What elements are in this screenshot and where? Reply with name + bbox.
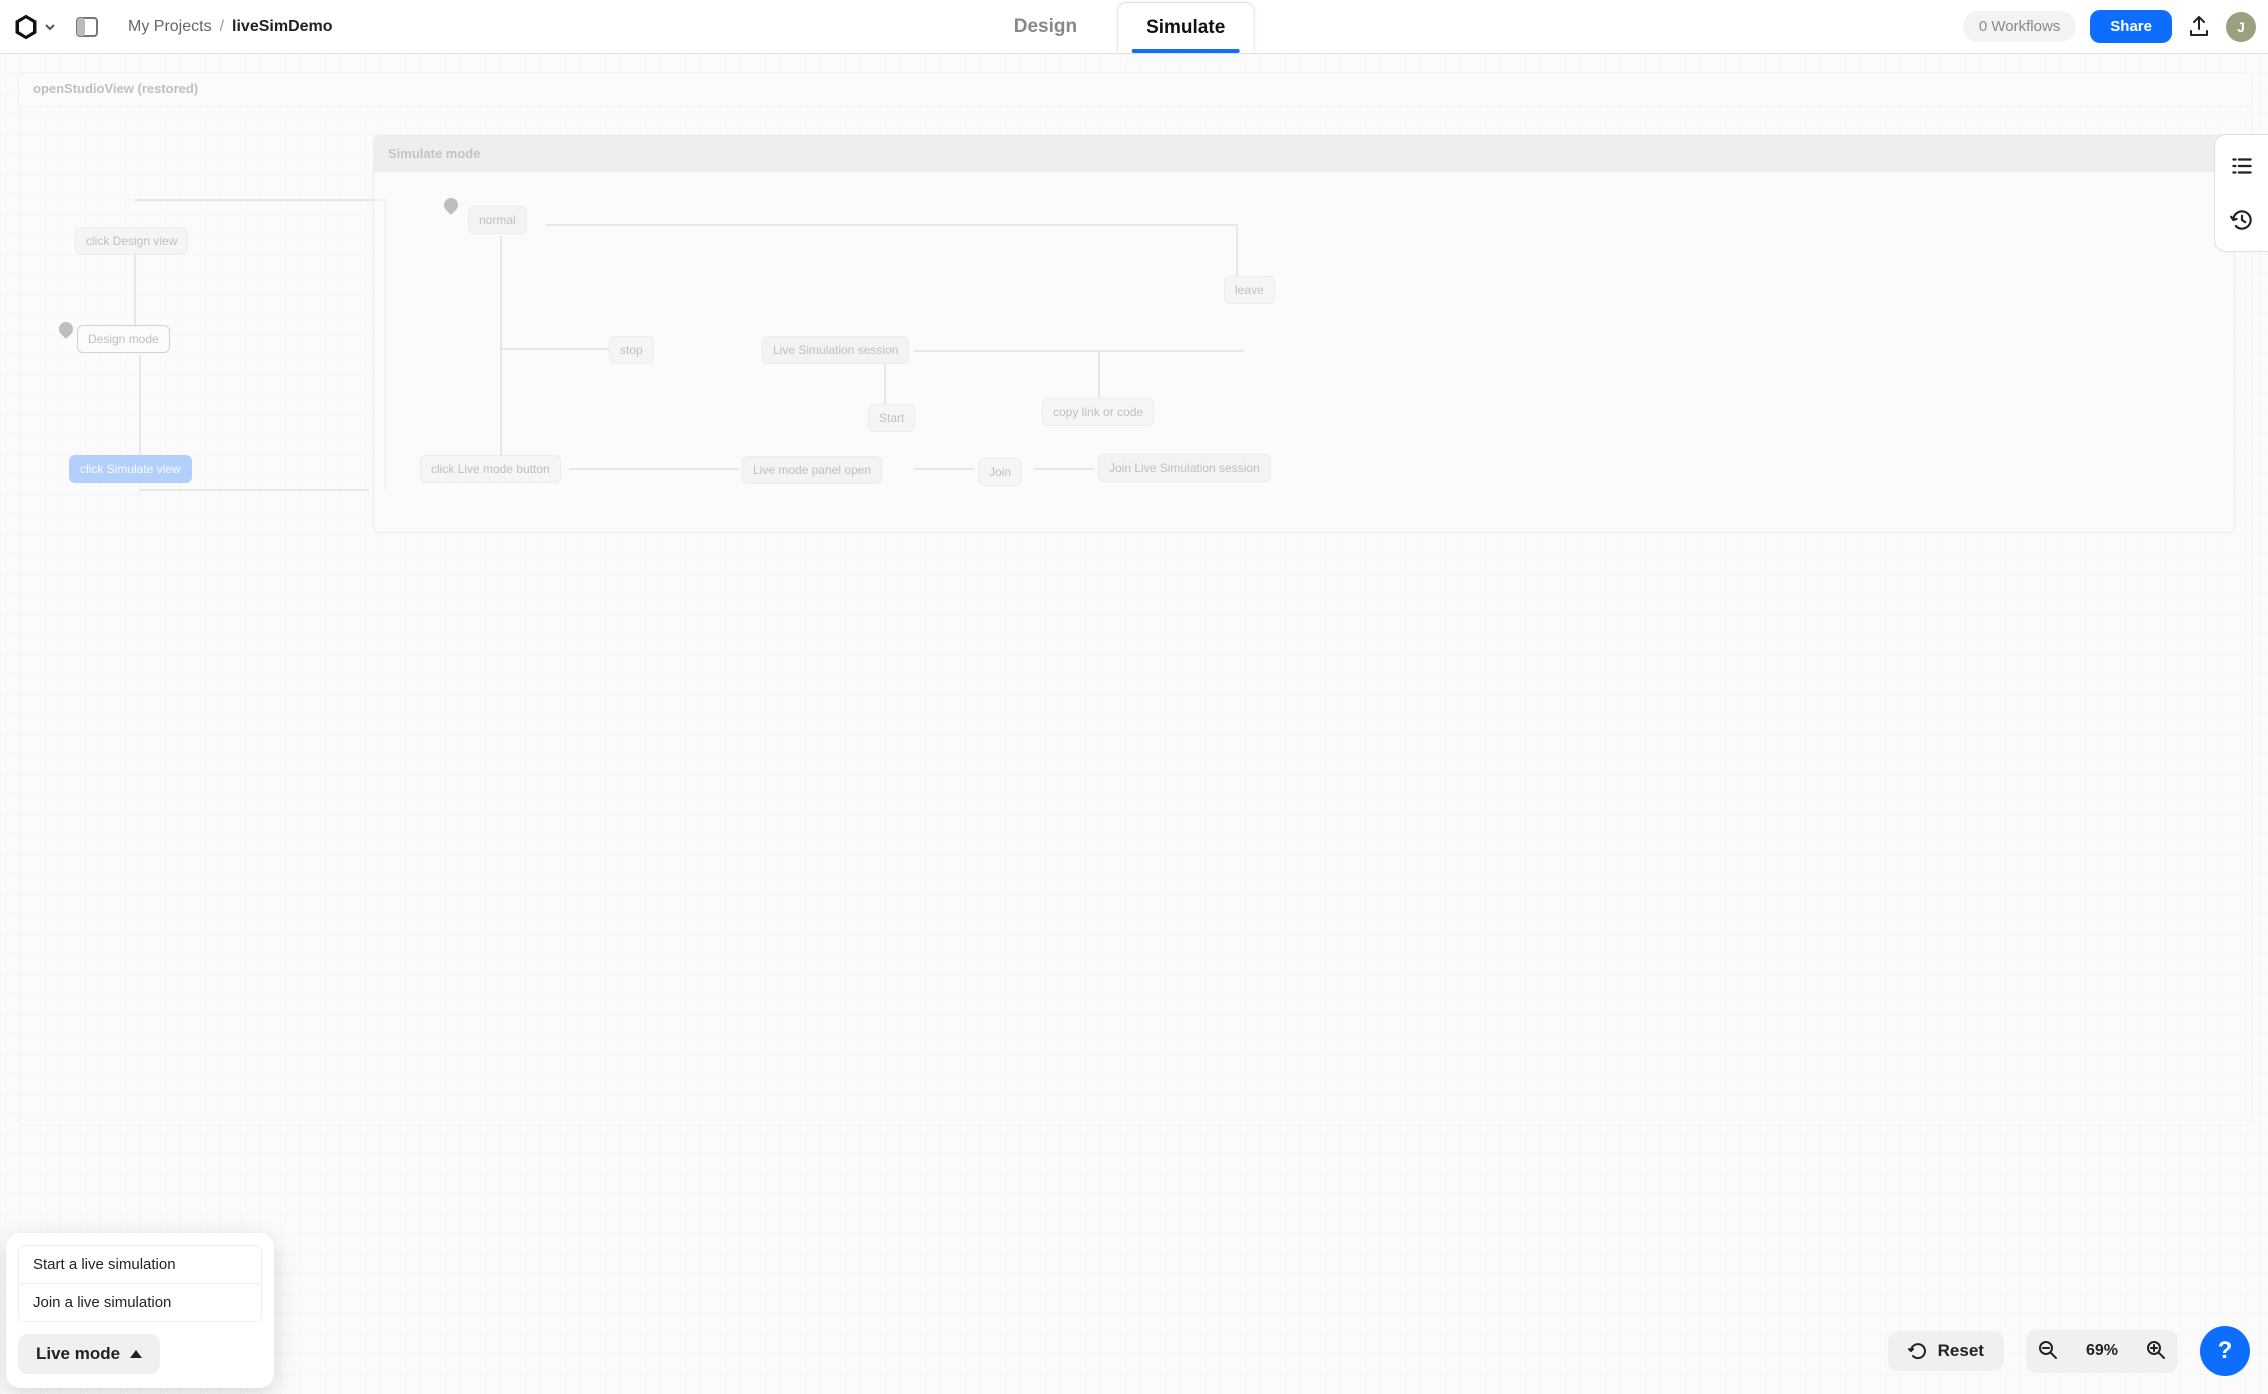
breadcrumb-name[interactable]: liveSimDemo [232,18,332,36]
zoom-in-button[interactable] [2134,1330,2178,1373]
stately-logo-icon [12,13,40,41]
reset-label: Reset [1938,1341,1984,1361]
compound-title: Simulate mode [374,136,2234,172]
state-canvas[interactable]: openStudioView (restored) click Design v… [18,72,2252,1126]
canvas-area[interactable]: openStudioView (restored) click Design v… [0,54,2268,1394]
tab-design-label: Design [1014,16,1077,38]
node-join[interactable]: Join [978,458,1022,486]
side-dock [2214,134,2268,252]
node-leave[interactable]: leave [1224,276,1275,304]
canvas-title: openStudioView (restored) [19,73,2251,107]
node-stop[interactable]: stop [609,336,654,364]
share-button[interactable]: Share [2090,10,2172,43]
export-icon[interactable] [2186,14,2212,40]
history-icon[interactable] [2229,207,2255,233]
breadcrumb-project[interactable]: My Projects [128,18,212,36]
node-live-panel-open[interactable]: Live mode panel open [742,456,882,484]
initial-state-marker-inner [441,195,461,215]
menu-start-live-simulation[interactable]: Start a live simulation [19,1246,261,1283]
breadcrumb-separator: / [220,18,224,36]
zoom-out-button[interactable] [2026,1330,2070,1373]
zoom-in-icon [2146,1340,2166,1360]
node-normal[interactable]: normal [468,206,527,234]
live-mode-label: Live mode [36,1344,120,1364]
node-click-live-mode-button[interactable]: click Live mode button [420,455,561,483]
compound-simulate-mode[interactable]: Simulate mode normal stop Live Simulatio… [373,135,2235,533]
zoom-out-icon [2038,1340,2058,1360]
initial-state-marker-left [56,319,76,339]
top-bar: My Projects / liveSimDemo Design Simulat… [0,0,2268,54]
node-copy-link[interactable]: copy link or code [1042,398,1154,426]
node-start[interactable]: Start [868,404,915,432]
node-design-mode[interactable]: Design mode [77,325,170,353]
node-join-live-session[interactable]: Join Live Simulation session [1098,454,1271,482]
caret-up-icon [130,1350,142,1358]
live-mode-button[interactable]: Live mode [18,1334,160,1374]
avatar[interactable]: J [2226,12,2256,42]
chevron-down-icon [42,19,58,35]
app-logo-menu[interactable] [12,13,58,41]
live-mode-menu: Start a live simulation Join a live simu… [18,1245,262,1322]
help-button[interactable]: ? [2200,1326,2250,1376]
zoom-group: 69% [2026,1330,2178,1373]
zoom-level-label: 69% [2070,1342,2134,1360]
tab-simulate[interactable]: Simulate [1117,2,1254,53]
node-click-simulate-view[interactable]: click Simulate view [69,455,192,483]
breadcrumb: My Projects / liveSimDemo [128,18,333,36]
menu-join-live-simulation[interactable]: Join a live simulation [19,1283,261,1321]
refresh-icon [1908,1341,1928,1361]
tab-design[interactable]: Design [1014,0,1077,53]
list-icon[interactable] [2229,153,2255,179]
reset-button[interactable]: Reset [1888,1331,2004,1371]
tab-simulate-label: Simulate [1146,17,1225,39]
node-live-session[interactable]: Live Simulation session [762,336,909,364]
workflows-pill[interactable]: 0 Workflows [1963,11,2076,42]
bottom-right-controls: Reset 69% ? [1888,1326,2250,1376]
live-mode-popover: Start a live simulation Join a live simu… [6,1233,274,1388]
node-click-design-view[interactable]: click Design view [75,227,188,255]
sidebar-toggle-icon[interactable] [74,14,100,40]
